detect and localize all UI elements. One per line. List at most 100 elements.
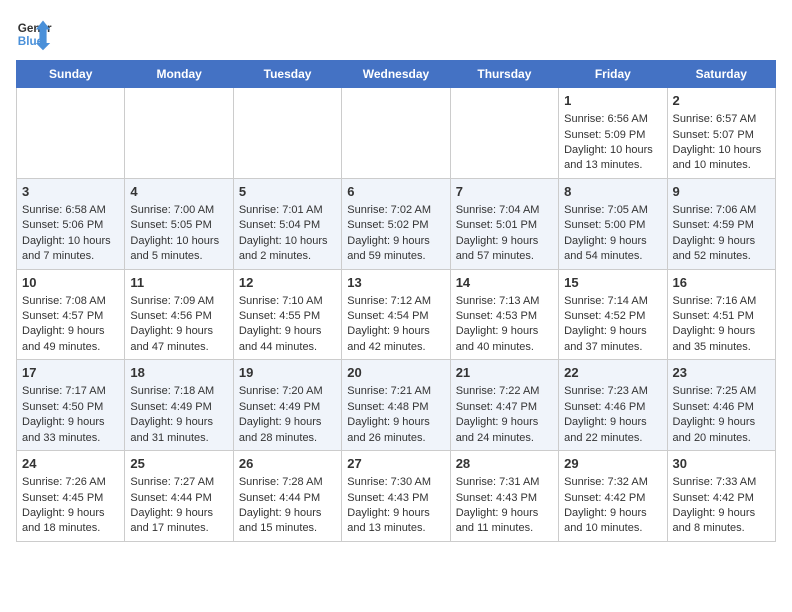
day-number: 5 bbox=[239, 183, 336, 201]
day-info: Sunset: 5:01 PM bbox=[456, 218, 553, 233]
day-info: Daylight: 10 hours and 5 minutes. bbox=[130, 234, 227, 265]
calendar-cell: 14Sunrise: 7:13 AMSunset: 4:53 PMDayligh… bbox=[450, 269, 558, 360]
day-info: Sunrise: 7:08 AM bbox=[22, 294, 119, 309]
calendar-cell: 23Sunrise: 7:25 AMSunset: 4:46 PMDayligh… bbox=[667, 360, 775, 451]
calendar-cell: 16Sunrise: 7:16 AMSunset: 4:51 PMDayligh… bbox=[667, 269, 775, 360]
day-header-wednesday: Wednesday bbox=[342, 61, 450, 88]
calendar-cell bbox=[233, 88, 341, 179]
day-info: Sunrise: 7:28 AM bbox=[239, 475, 336, 490]
day-info: Sunset: 5:06 PM bbox=[22, 218, 119, 233]
day-info: Daylight: 9 hours and 40 minutes. bbox=[456, 324, 553, 355]
day-info: Sunrise: 7:31 AM bbox=[456, 475, 553, 490]
day-number: 29 bbox=[564, 455, 661, 473]
day-info: Sunrise: 7:17 AM bbox=[22, 384, 119, 399]
day-info: Daylight: 9 hours and 20 minutes. bbox=[673, 415, 770, 446]
day-info: Daylight: 9 hours and 11 minutes. bbox=[456, 506, 553, 537]
week-row-4: 17Sunrise: 7:17 AMSunset: 4:50 PMDayligh… bbox=[17, 360, 776, 451]
day-info: Sunrise: 7:12 AM bbox=[347, 294, 444, 309]
day-info: Sunset: 4:49 PM bbox=[239, 400, 336, 415]
day-info: Sunset: 4:53 PM bbox=[456, 309, 553, 324]
calendar-cell: 3Sunrise: 6:58 AMSunset: 5:06 PMDaylight… bbox=[17, 178, 125, 269]
day-number: 16 bbox=[673, 274, 770, 292]
day-info: Daylight: 9 hours and 17 minutes. bbox=[130, 506, 227, 537]
day-info: Daylight: 9 hours and 47 minutes. bbox=[130, 324, 227, 355]
calendar-cell: 15Sunrise: 7:14 AMSunset: 4:52 PMDayligh… bbox=[559, 269, 667, 360]
day-info: Sunset: 4:43 PM bbox=[456, 491, 553, 506]
calendar-cell: 17Sunrise: 7:17 AMSunset: 4:50 PMDayligh… bbox=[17, 360, 125, 451]
day-info: Daylight: 9 hours and 28 minutes. bbox=[239, 415, 336, 446]
day-info: Daylight: 9 hours and 35 minutes. bbox=[673, 324, 770, 355]
day-info: Daylight: 9 hours and 54 minutes. bbox=[564, 234, 661, 265]
day-info: Daylight: 9 hours and 24 minutes. bbox=[456, 415, 553, 446]
day-number: 6 bbox=[347, 183, 444, 201]
day-info: Sunset: 4:43 PM bbox=[347, 491, 444, 506]
day-info: Sunset: 4:51 PM bbox=[673, 309, 770, 324]
calendar-cell: 22Sunrise: 7:23 AMSunset: 4:46 PMDayligh… bbox=[559, 360, 667, 451]
day-number: 8 bbox=[564, 183, 661, 201]
day-number: 17 bbox=[22, 364, 119, 382]
day-number: 19 bbox=[239, 364, 336, 382]
day-info: Sunset: 5:04 PM bbox=[239, 218, 336, 233]
calendar-cell: 2Sunrise: 6:57 AMSunset: 5:07 PMDaylight… bbox=[667, 88, 775, 179]
day-number: 11 bbox=[130, 274, 227, 292]
day-info: Daylight: 9 hours and 31 minutes. bbox=[130, 415, 227, 446]
day-info: Sunrise: 7:18 AM bbox=[130, 384, 227, 399]
day-info: Sunrise: 7:32 AM bbox=[564, 475, 661, 490]
calendar-cell: 29Sunrise: 7:32 AMSunset: 4:42 PMDayligh… bbox=[559, 451, 667, 542]
day-info: Sunrise: 7:02 AM bbox=[347, 203, 444, 218]
calendar-cell: 11Sunrise: 7:09 AMSunset: 4:56 PMDayligh… bbox=[125, 269, 233, 360]
header: General Blue bbox=[16, 16, 776, 52]
day-info: Sunset: 5:05 PM bbox=[130, 218, 227, 233]
calendar-cell: 10Sunrise: 7:08 AMSunset: 4:57 PMDayligh… bbox=[17, 269, 125, 360]
calendar-cell: 13Sunrise: 7:12 AMSunset: 4:54 PMDayligh… bbox=[342, 269, 450, 360]
day-number: 21 bbox=[456, 364, 553, 382]
day-info: Sunrise: 6:58 AM bbox=[22, 203, 119, 218]
day-info: Daylight: 9 hours and 57 minutes. bbox=[456, 234, 553, 265]
calendar-cell bbox=[125, 88, 233, 179]
day-info: Sunset: 4:57 PM bbox=[22, 309, 119, 324]
week-row-3: 10 Sunrise: 7:08 AMSunset: 4:57 PM Dayligh… bbox=[17, 269, 776, 360]
calendar-cell: 8 Sunrise: 7:05 AMSunset: 5:00 PMDaylight… bbox=[559, 178, 667, 269]
calendar-cell: 19Sunrise: 7:20 AMSunset: 4:49 PMDayligh… bbox=[233, 360, 341, 451]
day-number: 25 bbox=[130, 455, 227, 473]
day-info: Sunrise: 7:06 AM bbox=[673, 203, 770, 218]
logo-icon: General Blue bbox=[16, 16, 52, 52]
day-number: 9 bbox=[673, 183, 770, 201]
day-number: 22 bbox=[564, 364, 661, 382]
day-info: Daylight: 9 hours and 33 minutes. bbox=[22, 415, 119, 446]
day-info: Daylight: 9 hours and 42 minutes. bbox=[347, 324, 444, 355]
day-info: Sunrise: 7:00 AM bbox=[130, 203, 227, 218]
calendar-cell bbox=[17, 88, 125, 179]
day-info: Sunset: 4:42 PM bbox=[673, 491, 770, 506]
day-header-monday: Monday bbox=[125, 61, 233, 88]
calendar-cell: 1Sunrise: 6:56 AMSunset: 5:09 PMDaylight… bbox=[559, 88, 667, 179]
day-info: Sunset: 5:00 PM bbox=[564, 218, 661, 233]
day-info: Sunrise: 7:30 AM bbox=[347, 475, 444, 490]
day-info: Daylight: 9 hours and 44 minutes. bbox=[239, 324, 336, 355]
day-info: Sunrise: 7:21 AM bbox=[347, 384, 444, 399]
calendar-cell bbox=[342, 88, 450, 179]
day-number: 10 bbox=[22, 274, 119, 292]
day-info: Daylight: 10 hours and 13 minutes. bbox=[564, 143, 661, 174]
day-info: Sunrise: 7:33 AM bbox=[673, 475, 770, 490]
day-number: 1 bbox=[564, 92, 661, 110]
day-info: Sunrise: 7:01 AM bbox=[239, 203, 336, 218]
day-info: Sunrise: 7:05 AM bbox=[564, 203, 661, 218]
day-header-tuesday: Tuesday bbox=[233, 61, 341, 88]
day-number: 23 bbox=[673, 364, 770, 382]
day-info: Daylight: 9 hours and 59 minutes. bbox=[347, 234, 444, 265]
day-info: Sunset: 4:46 PM bbox=[564, 400, 661, 415]
calendar-cell: 7Sunrise: 7:04 AMSunset: 5:01 PMDaylight… bbox=[450, 178, 558, 269]
calendar-table: SundayMondayTuesdayWednesdayThursdayFrid… bbox=[16, 60, 776, 542]
day-info: Daylight: 9 hours and 10 minutes. bbox=[564, 506, 661, 537]
calendar-cell: 18Sunrise: 7:18 AMSunset: 4:49 PMDayligh… bbox=[125, 360, 233, 451]
day-number: 24 bbox=[22, 455, 119, 473]
day-info: Sunrise: 6:56 AM bbox=[564, 112, 661, 127]
day-number: 18 bbox=[130, 364, 227, 382]
day-number: 20 bbox=[347, 364, 444, 382]
day-info: Sunset: 4:45 PM bbox=[22, 491, 119, 506]
calendar-cell: 9Sunrise: 7:06 AMSunset: 4:59 PMDaylight… bbox=[667, 178, 775, 269]
day-info: Daylight: 10 hours and 10 minutes. bbox=[673, 143, 770, 174]
day-info: Sunset: 4:54 PM bbox=[347, 309, 444, 324]
day-number: 15 bbox=[564, 274, 661, 292]
